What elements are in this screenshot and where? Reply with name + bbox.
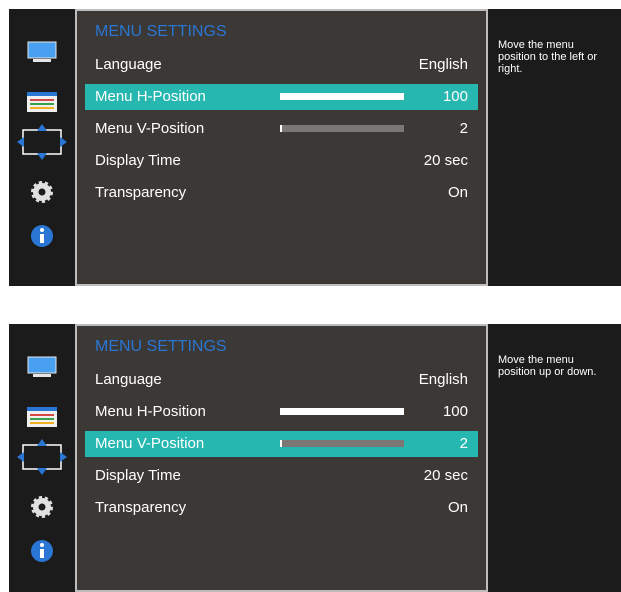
help-panel: Move the menu position up or down. — [488, 324, 621, 592]
menu-item-label: Display Time — [95, 467, 181, 484]
menu-item-display-time[interactable]: Display Time 20 sec — [85, 463, 478, 489]
icon-sidebar — [9, 324, 75, 592]
menu-title: MENU SETTINGS — [95, 338, 227, 355]
osd-menu-vertical: MENU SETTINGS Language English Menu H-Po… — [9, 324, 621, 592]
menu-item-h-position[interactable]: Menu H-Position 100 — [85, 84, 478, 110]
menu-item-language[interactable]: Language English — [85, 52, 478, 78]
monitor-icon[interactable] — [9, 352, 75, 382]
menu-item-value: 20 sec — [423, 152, 468, 169]
menu-item-transparency[interactable]: Transparency On — [85, 495, 478, 521]
help-text-line: Move the menu — [498, 39, 574, 51]
help-text-line: Move the menu — [498, 354, 574, 366]
menu-item-label: Menu V-Position — [95, 120, 205, 137]
menu-item-value: 20 sec — [423, 467, 468, 484]
help-text-line: position up or down. — [498, 366, 597, 378]
menu-panel: MENU SETTINGS Language English Menu H-Po… — [75, 324, 488, 592]
menu-item-label: Language — [95, 371, 162, 388]
menu-item-label: Language — [95, 56, 162, 73]
menu-item-display-time[interactable]: Display Time 20 sec — [85, 148, 478, 174]
menu-item-label: Transparency — [95, 184, 187, 201]
color-settings-icon[interactable] — [9, 402, 75, 432]
move-arrows-icon[interactable] — [9, 439, 75, 475]
menu-item-language[interactable]: Language English — [85, 367, 478, 393]
icon-sidebar — [9, 9, 75, 286]
help-text-line: right. — [498, 63, 523, 75]
menu-item-label: Menu H-Position — [95, 403, 206, 420]
info-icon[interactable] — [9, 221, 75, 251]
v-position-slider[interactable] — [280, 125, 404, 132]
menu-item-label: Menu H-Position — [95, 88, 206, 105]
h-position-slider[interactable] — [280, 408, 404, 415]
menu-item-h-position[interactable]: Menu H-Position 100 — [85, 399, 478, 425]
help-text-line: position to the left or — [498, 51, 598, 63]
v-position-slider[interactable] — [280, 440, 404, 447]
info-icon[interactable] — [9, 536, 75, 566]
menu-item-value: 100 — [442, 403, 468, 420]
menu-item-value: 100 — [442, 88, 468, 105]
menu-item-value: 2 — [459, 435, 468, 452]
menu-item-value: English — [418, 56, 468, 73]
gear-icon[interactable] — [9, 177, 75, 207]
color-settings-icon[interactable] — [9, 87, 75, 117]
menu-item-v-position[interactable]: Menu V-Position 2 — [85, 431, 478, 457]
menu-panel: MENU SETTINGS Language English Menu H-Po… — [75, 9, 488, 286]
menu-title: MENU SETTINGS — [95, 23, 227, 40]
menu-item-value: On — [447, 184, 468, 201]
monitor-icon[interactable] — [9, 37, 75, 67]
menu-item-label: Transparency — [95, 499, 187, 516]
menu-item-label: Menu V-Position — [95, 435, 205, 452]
menu-item-v-position[interactable]: Menu V-Position 2 — [85, 116, 478, 142]
menu-item-label: Display Time — [95, 152, 181, 169]
move-arrows-icon[interactable] — [9, 124, 75, 160]
help-panel: Move the menu position to the left or ri… — [488, 9, 621, 286]
menu-item-value: On — [447, 499, 468, 516]
h-position-slider[interactable] — [280, 93, 404, 100]
gear-icon[interactable] — [9, 492, 75, 522]
menu-item-value: 2 — [459, 120, 468, 137]
menu-item-transparency[interactable]: Transparency On — [85, 180, 478, 206]
osd-menu-horizontal: MENU SETTINGS Language English Menu H-Po… — [9, 9, 621, 286]
menu-item-value: English — [418, 371, 468, 388]
